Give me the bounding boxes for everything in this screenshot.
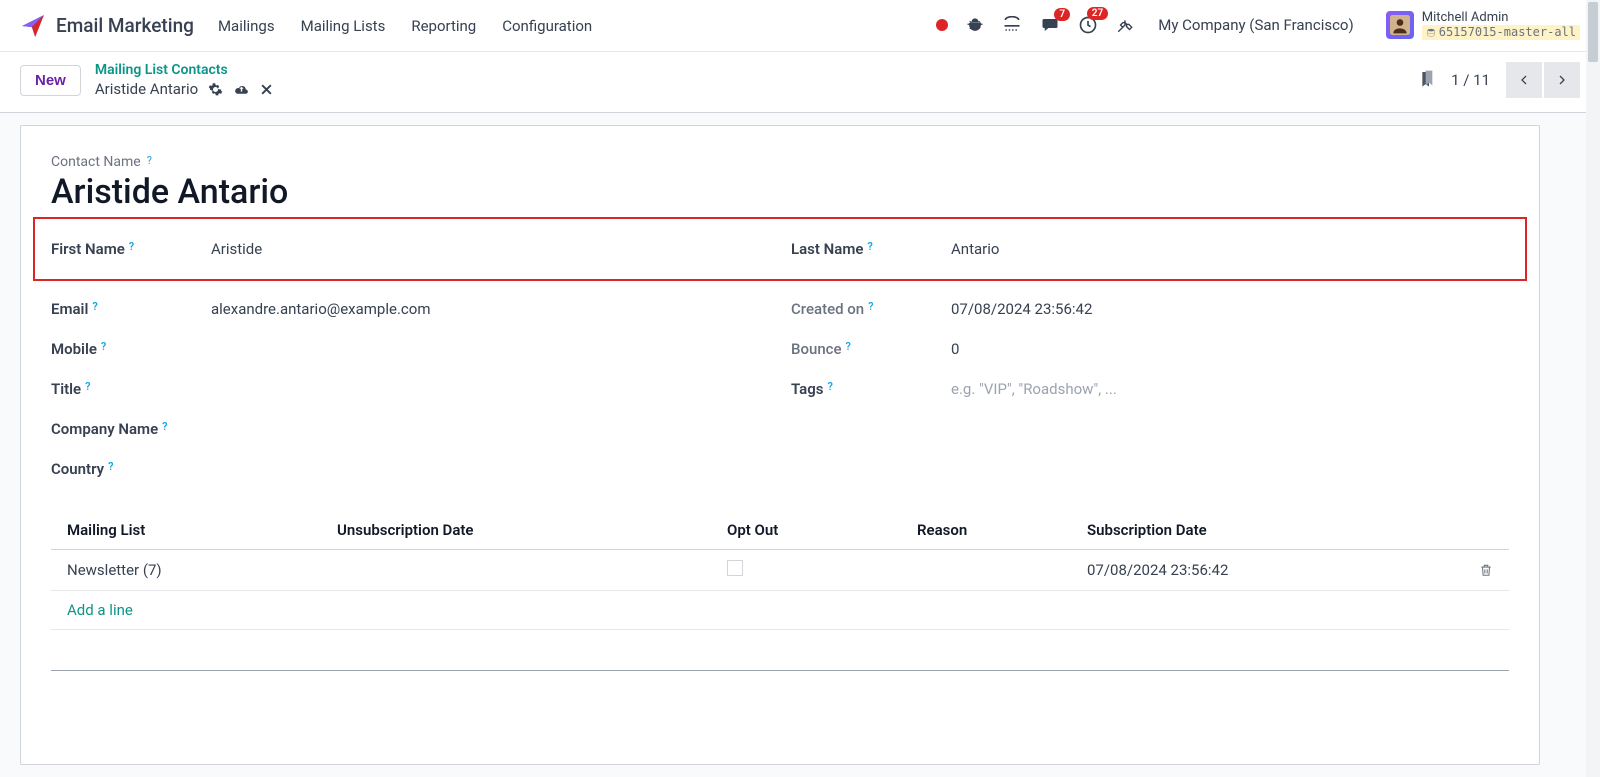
sheet-container: Contact Name ? Aristide Antario First Na…	[0, 113, 1600, 766]
breadcrumb-parent[interactable]: Mailing List Contacts	[95, 62, 273, 78]
last-name-label: Last Name?	[791, 240, 951, 258]
pager-text[interactable]: 1 / 11	[1451, 71, 1490, 89]
cell-unsub-date[interactable]	[321, 550, 711, 591]
nav-item-mailings[interactable]: Mailings	[218, 17, 275, 35]
created-on-label: Created on?	[791, 300, 951, 318]
col-opt-out[interactable]: Opt Out	[711, 511, 901, 550]
cell-reason[interactable]	[901, 550, 1071, 591]
delete-row-button[interactable]	[1463, 550, 1509, 591]
mobile-label: Mobile?	[51, 340, 211, 358]
chevron-left-icon	[1518, 73, 1530, 87]
nav-menu: Mailings Mailing Lists Reporting Configu…	[218, 17, 592, 35]
tools-icon[interactable]	[1116, 16, 1134, 34]
app-logo-block[interactable]: Email Marketing	[20, 13, 194, 39]
col-mailing-list[interactable]: Mailing List	[51, 511, 321, 550]
contact-name-label: Contact Name	[51, 154, 141, 170]
app-title: Email Marketing	[56, 14, 194, 37]
support-icon[interactable]	[1002, 16, 1022, 34]
country-label: Country?	[51, 460, 211, 478]
nav-item-reporting[interactable]: Reporting	[411, 17, 476, 35]
chevron-right-icon	[1556, 73, 1568, 87]
highlighted-name-row: First Name? Aristide Last Name? Antario	[33, 217, 1527, 281]
messages-badge: 7	[1054, 8, 1070, 21]
tags-field[interactable]: e.g. "VIP", "Roadshow", ...	[951, 380, 1117, 398]
divider	[51, 670, 1509, 671]
first-name-field[interactable]: Aristide	[211, 240, 262, 258]
email-label: Email?	[51, 300, 211, 318]
record-dot-icon[interactable]	[936, 19, 948, 31]
help-icon[interactable]: ?	[108, 460, 113, 473]
bounce-field[interactable]: 0	[951, 340, 959, 358]
table-row-add: Add a line	[51, 591, 1509, 630]
avatar	[1386, 11, 1414, 39]
database-tag: 65157015-master-all	[1422, 25, 1580, 40]
form-sheet: Contact Name ? Aristide Antario First Na…	[20, 125, 1540, 765]
database-icon	[1426, 28, 1436, 38]
cloud-upload-icon[interactable]	[233, 82, 250, 97]
user-menu[interactable]: Mitchell Admin 65157015-master-all	[1386, 11, 1580, 40]
col-reason[interactable]: Reason	[901, 511, 1071, 550]
bookmark-icon[interactable]	[1419, 70, 1435, 90]
database-name: 65157015-master-all	[1439, 26, 1576, 39]
paper-plane-icon	[20, 13, 46, 39]
help-icon[interactable]: ?	[92, 300, 97, 313]
scrollbar-thumb[interactable]	[1588, 2, 1598, 62]
nav-item-configuration[interactable]: Configuration	[502, 17, 592, 35]
pager-next-button[interactable]	[1544, 62, 1580, 98]
company-switcher[interactable]: My Company (San Francisco)	[1158, 16, 1353, 34]
help-icon[interactable]: ?	[846, 340, 851, 353]
pager-prev-button[interactable]	[1506, 62, 1542, 98]
cell-sub-date[interactable]: 07/08/2024 23:56:42	[1071, 550, 1463, 591]
systray: 7 27 My Company (San Francisco) Mitchell…	[936, 11, 1580, 40]
col-sub-date[interactable]: Subscription Date	[1071, 511, 1463, 550]
col-unsub-date[interactable]: Unsubscription Date	[321, 511, 711, 550]
close-icon[interactable]	[260, 83, 273, 96]
email-field[interactable]: alexandre.antario@example.com	[211, 300, 430, 318]
title-label: Title?	[51, 380, 211, 398]
help-icon[interactable]: ?	[101, 340, 106, 353]
trash-icon	[1479, 562, 1493, 578]
control-panel: New Mailing List Contacts Aristide Antar…	[0, 52, 1600, 113]
help-icon[interactable]: ?	[162, 420, 167, 433]
user-name: Mitchell Admin	[1422, 11, 1580, 25]
created-on-field[interactable]: 07/08/2024 23:56:42	[951, 300, 1092, 318]
help-icon[interactable]: ?	[85, 380, 90, 393]
help-icon[interactable]: ?	[147, 154, 152, 167]
vertical-scrollbar[interactable]	[1586, 0, 1600, 777]
bounce-label: Bounce?	[791, 340, 951, 358]
cell-opt-out[interactable]	[711, 550, 901, 591]
activities-badge: 27	[1087, 7, 1108, 20]
breadcrumb: Mailing List Contacts Aristide Antario	[95, 62, 273, 98]
subscription-table: Mailing List Unsubscription Date Opt Out…	[51, 511, 1509, 630]
company-name-label: Company Name?	[51, 420, 211, 438]
gear-icon[interactable]	[208, 82, 223, 97]
messages-icon[interactable]: 7	[1040, 16, 1060, 34]
contact-name-field[interactable]: Aristide Antario	[51, 174, 1509, 211]
table-row[interactable]: Newsletter (7) 07/08/2024 23:56:42	[51, 550, 1509, 591]
tags-label: Tags?	[791, 380, 951, 398]
new-button[interactable]: New	[20, 65, 81, 96]
help-icon[interactable]: ?	[868, 300, 873, 313]
checkbox-icon[interactable]	[727, 560, 743, 576]
main-navbar: Email Marketing Mailings Mailing Lists R…	[0, 0, 1600, 52]
help-icon[interactable]: ?	[129, 240, 134, 253]
cell-mailing-list[interactable]: Newsletter (7)	[51, 550, 321, 591]
last-name-field[interactable]: Antario	[951, 240, 999, 258]
help-icon[interactable]: ?	[867, 240, 872, 253]
activities-icon[interactable]: 27	[1078, 15, 1098, 35]
first-name-label: First Name?	[51, 240, 211, 258]
add-line-button[interactable]: Add a line	[67, 601, 133, 619]
breadcrumb-current: Aristide Antario	[95, 80, 198, 98]
bug-icon[interactable]	[966, 16, 984, 34]
help-icon[interactable]: ?	[828, 380, 833, 393]
nav-item-mailing-lists[interactable]: Mailing Lists	[301, 17, 386, 35]
